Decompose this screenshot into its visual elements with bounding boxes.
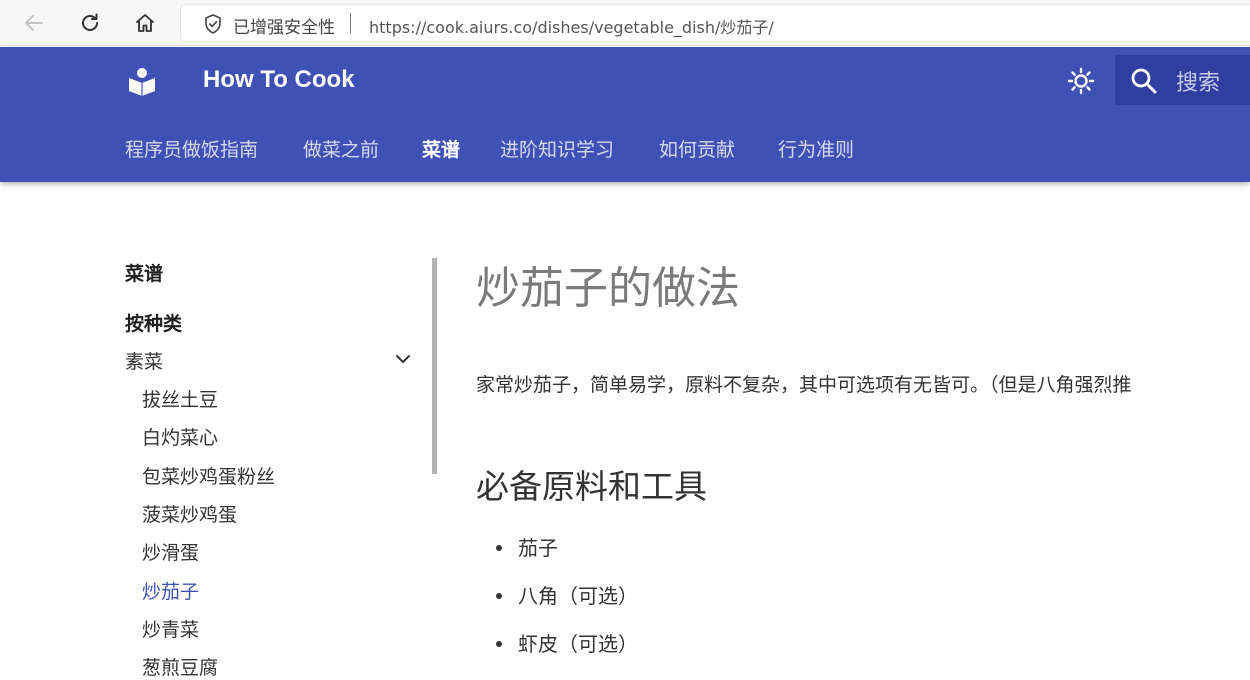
bullet-icon bbox=[496, 641, 502, 647]
url-text[interactable]: https://cook.aiurs.co/dishes/vegetable_d… bbox=[369, 14, 774, 38]
tab-how-to-contribute[interactable]: 如何贡献 bbox=[659, 135, 735, 162]
ingredient-label: 八角（可选） bbox=[518, 584, 638, 608]
site-header: How To Cook 搜索 程序员做饭指南 做菜之前 菜谱 进阶知识学习 如何… bbox=[0, 47, 1250, 182]
home-icon bbox=[136, 14, 154, 32]
intro-paragraph: 家常炒茄子，简单易学，原料不复杂，其中可选项有无皆可。（但是八角强烈推 bbox=[476, 374, 1132, 396]
theme-toggle-button[interactable] bbox=[1064, 64, 1098, 98]
book-reader-logo-icon[interactable] bbox=[127, 65, 157, 97]
site-title[interactable]: How To Cook bbox=[203, 66, 355, 94]
sidebar-group-by-category[interactable]: 按种类 bbox=[125, 309, 182, 336]
ingredient-list: 茄子 八角（可选） 虾皮（可选） bbox=[476, 528, 638, 672]
brightness-icon bbox=[1067, 67, 1095, 95]
chevron-down-icon[interactable] bbox=[395, 352, 411, 366]
tab-recipes[interactable]: 菜谱 bbox=[422, 135, 460, 162]
tab-advanced-learning[interactable]: 进阶知识学习 bbox=[500, 135, 614, 162]
search-icon bbox=[1131, 68, 1157, 94]
back-button[interactable] bbox=[18, 7, 50, 39]
list-item: 八角（可选） bbox=[476, 576, 638, 624]
sidebar-nav: 菜谱 按种类 素菜 拔丝土豆 白灼菜心 包菜炒鸡蛋粉丝 菠菜炒鸡蛋 炒滑蛋 炒茄… bbox=[125, 255, 425, 680]
list-item: 虾皮（可选） bbox=[476, 624, 638, 672]
tab-before-cooking[interactable]: 做菜之前 bbox=[303, 135, 379, 162]
back-arrow-icon bbox=[25, 15, 43, 31]
address-divider bbox=[350, 13, 351, 33]
sidebar-item[interactable]: 炒青菜 bbox=[142, 615, 199, 642]
tab-programmer-guide[interactable]: 程序员做饭指南 bbox=[125, 135, 258, 162]
sidebar-item[interactable]: 包菜炒鸡蛋粉丝 bbox=[142, 462, 275, 489]
sidebar-item-active[interactable]: 炒茄子 bbox=[142, 577, 199, 604]
tab-code-of-conduct[interactable]: 行为准则 bbox=[778, 135, 854, 162]
security-label: 已增强安全性 bbox=[233, 18, 335, 38]
refresh-icon bbox=[82, 13, 98, 31]
page-title: 炒茄子的做法 bbox=[476, 263, 740, 314]
section-heading: 必备原料和工具 bbox=[476, 467, 707, 506]
refresh-button[interactable] bbox=[74, 7, 106, 39]
search-placeholder: 搜索 bbox=[1176, 71, 1221, 96]
shield-icon bbox=[205, 14, 221, 34]
list-item: 茄子 bbox=[476, 528, 638, 576]
address-bar[interactable]: 已增强安全性 https://cook.aiurs.co/dishes/vege… bbox=[180, 4, 1250, 42]
bullet-icon bbox=[496, 545, 502, 551]
sidebar-item[interactable]: 炒滑蛋 bbox=[142, 538, 199, 565]
bullet-icon bbox=[496, 593, 502, 599]
sidebar-item[interactable]: 白灼菜心 bbox=[142, 423, 218, 450]
home-button[interactable] bbox=[129, 7, 161, 39]
sidebar-title[interactable]: 菜谱 bbox=[125, 259, 163, 286]
sidebar-item[interactable]: 拔丝土豆 bbox=[142, 385, 218, 412]
ingredient-label: 虾皮（可选） bbox=[518, 632, 638, 656]
sidebar-section-vegetable[interactable]: 素菜 bbox=[125, 347, 163, 374]
ingredient-label: 茄子 bbox=[518, 536, 558, 560]
search-input[interactable]: 搜索 bbox=[1115, 55, 1250, 105]
sidebar-scrollbar[interactable] bbox=[432, 258, 437, 474]
sidebar-item[interactable]: 菠菜炒鸡蛋 bbox=[142, 500, 237, 527]
browser-toolbar: 已增强安全性 https://cook.aiurs.co/dishes/vege… bbox=[0, 0, 1250, 46]
sidebar-item[interactable]: 葱煎豆腐 bbox=[142, 653, 218, 680]
